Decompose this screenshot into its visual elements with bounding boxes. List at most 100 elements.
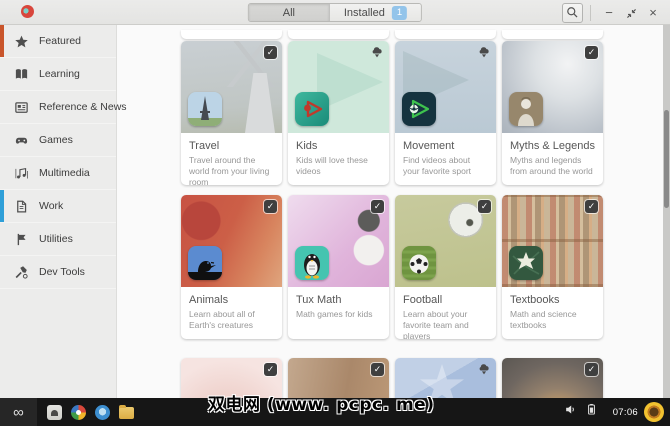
work-accent-bar	[0, 190, 4, 222]
app-card-image: ✓	[502, 358, 603, 398]
app-card-tux-math[interactable]: ✓ Tux Math Math games for kids	[288, 195, 389, 339]
tab-all[interactable]: All	[248, 4, 329, 21]
sidebar-item-games[interactable]: Games	[0, 124, 116, 157]
app-card-football[interactable]: ✓ Football Learn about your favorite tea…	[395, 195, 496, 339]
app-title: Movement	[403, 140, 455, 152]
app-card-travel[interactable]: ✓ Travel Travel around the world from yo…	[181, 41, 282, 185]
app-title: Kids	[296, 140, 318, 152]
app-title: Animals	[189, 294, 229, 306]
app-description: Learn about all of Earth's creatures	[189, 309, 255, 331]
sidebar-label: Games	[39, 134, 73, 146]
sidebar-label: Featured	[39, 35, 82, 47]
app-card-image: ✓	[181, 41, 282, 133]
installed-check-badge: ✓	[585, 46, 598, 59]
sidebar-item-work[interactable]: Work	[0, 190, 116, 223]
app-description: Find videos about your favorite sport	[403, 155, 472, 177]
download-cloud-icon	[477, 45, 491, 58]
battery-icon[interactable]	[585, 403, 598, 421]
football-ball-icon	[402, 246, 436, 280]
app-card-myths-legends[interactable]: ✓ Myths & Legends Myths and legends from…	[502, 41, 603, 185]
app-center-window: All Installed 1 − × Featured Learning Re…	[0, 0, 670, 426]
kids-play-icon	[295, 92, 329, 126]
featured-accent-bar	[0, 25, 4, 57]
card-stub	[502, 30, 603, 39]
textbooks-star-icon	[509, 246, 543, 280]
titlebar: All Installed 1 − ×	[0, 0, 670, 25]
app-description: Math games for kids	[296, 309, 373, 319]
star-icon	[14, 33, 30, 49]
app-card-image: ✓	[502, 41, 603, 133]
app-title: Travel	[189, 140, 220, 152]
app-title: Myths & Legends	[510, 140, 595, 152]
gamepad-icon	[14, 132, 30, 148]
files-folder-icon[interactable]	[119, 405, 134, 419]
app-card-image: ✓	[395, 195, 496, 287]
app-description: Travel around the world from your living…	[189, 155, 270, 185]
download-cloud-icon	[370, 45, 384, 58]
sidebar-item-dev-tools[interactable]: Dev Tools	[0, 256, 116, 289]
installed-check-badge: ✓	[585, 200, 598, 213]
travel-eiffel-icon	[188, 92, 222, 126]
app-center-icon[interactable]	[47, 404, 62, 420]
app-card-partial-4[interactable]: ✓	[502, 358, 603, 398]
endless-logo-button[interactable]: ∞	[0, 398, 37, 426]
installed-check-badge: ✓	[264, 46, 277, 59]
minimize-button[interactable]: −	[598, 0, 620, 25]
app-logo-icon	[21, 5, 34, 18]
sidebar-label: Multimedia	[39, 167, 90, 179]
document-icon	[14, 198, 30, 214]
installed-check-badge: ✓	[478, 200, 491, 213]
app-description: Learn about your favorite team and playe…	[403, 309, 469, 339]
app-description: Math and science textbooks	[510, 309, 577, 331]
sidebar-label: Learning	[39, 68, 80, 80]
app-card-image	[288, 41, 389, 133]
infinity-icon: ∞	[13, 403, 24, 421]
volume-icon[interactable]	[564, 403, 577, 421]
movement-sport-icon	[402, 92, 436, 126]
installed-check-badge: ✓	[371, 363, 384, 376]
browser-icon[interactable]	[95, 404, 110, 420]
app-card-textbooks[interactable]: ✓ Textbooks Math and science textbooks	[502, 195, 603, 339]
installed-check-badge: ✓	[371, 200, 384, 213]
view-toggle: All Installed 1	[247, 3, 423, 22]
sidebar-item-utilities[interactable]: Utilities	[0, 223, 116, 256]
app-card-image	[395, 41, 496, 133]
app-card-image: ✓	[181, 195, 282, 287]
app-description: Kids will love these videos	[296, 155, 368, 177]
watermark-text: 双电网 (www. pcpc. me)	[208, 395, 435, 415]
book-icon	[14, 66, 30, 82]
app-card-kids[interactable]: Kids Kids will love these videos	[288, 41, 389, 185]
clock[interactable]: 07:06	[613, 407, 638, 418]
app-title: Textbooks	[510, 294, 560, 306]
news-icon	[14, 99, 30, 115]
app-card-image: ✓	[288, 195, 389, 287]
app-title: Tux Math	[296, 294, 342, 306]
app-card-movement[interactable]: Movement Find videos about your favorite…	[395, 41, 496, 185]
scrollbar-track[interactable]	[663, 25, 670, 398]
multimedia-icon	[14, 165, 30, 181]
scrollbar-thumb[interactable]	[664, 110, 669, 208]
user-avatar-sunflower[interactable]	[644, 402, 664, 422]
previous-row-card-bottoms	[181, 30, 603, 39]
sidebar-item-featured[interactable]: Featured	[0, 25, 116, 58]
card-stub	[181, 30, 282, 39]
installed-check-badge: ✓	[264, 363, 277, 376]
myths-statue-icon	[509, 92, 543, 126]
sidebar-item-learning[interactable]: Learning	[0, 58, 116, 91]
tuxmath-penguin-icon	[295, 246, 329, 280]
app-card-animals[interactable]: ✓ Animals Learn about all of Earth's cre…	[181, 195, 282, 339]
restore-button[interactable]	[620, 0, 642, 25]
sidebar-item-reference-news[interactable]: Reference & News	[0, 91, 127, 124]
tab-installed[interactable]: Installed 1	[328, 4, 422, 21]
app-title: Football	[403, 294, 443, 306]
search-button[interactable]	[562, 2, 583, 23]
app-description: Myths and legends from around the world	[510, 155, 593, 177]
sidebar-label: Reference & News	[39, 101, 127, 113]
sidebar-label: Work	[39, 200, 64, 212]
close-button[interactable]: ×	[642, 0, 664, 25]
unmaximize-icon	[626, 9, 636, 19]
search-icon	[567, 7, 578, 18]
tab-all-label: All	[282, 6, 295, 19]
extra-apps-icon[interactable]	[71, 404, 86, 420]
sidebar-item-multimedia[interactable]: Multimedia	[0, 157, 116, 190]
